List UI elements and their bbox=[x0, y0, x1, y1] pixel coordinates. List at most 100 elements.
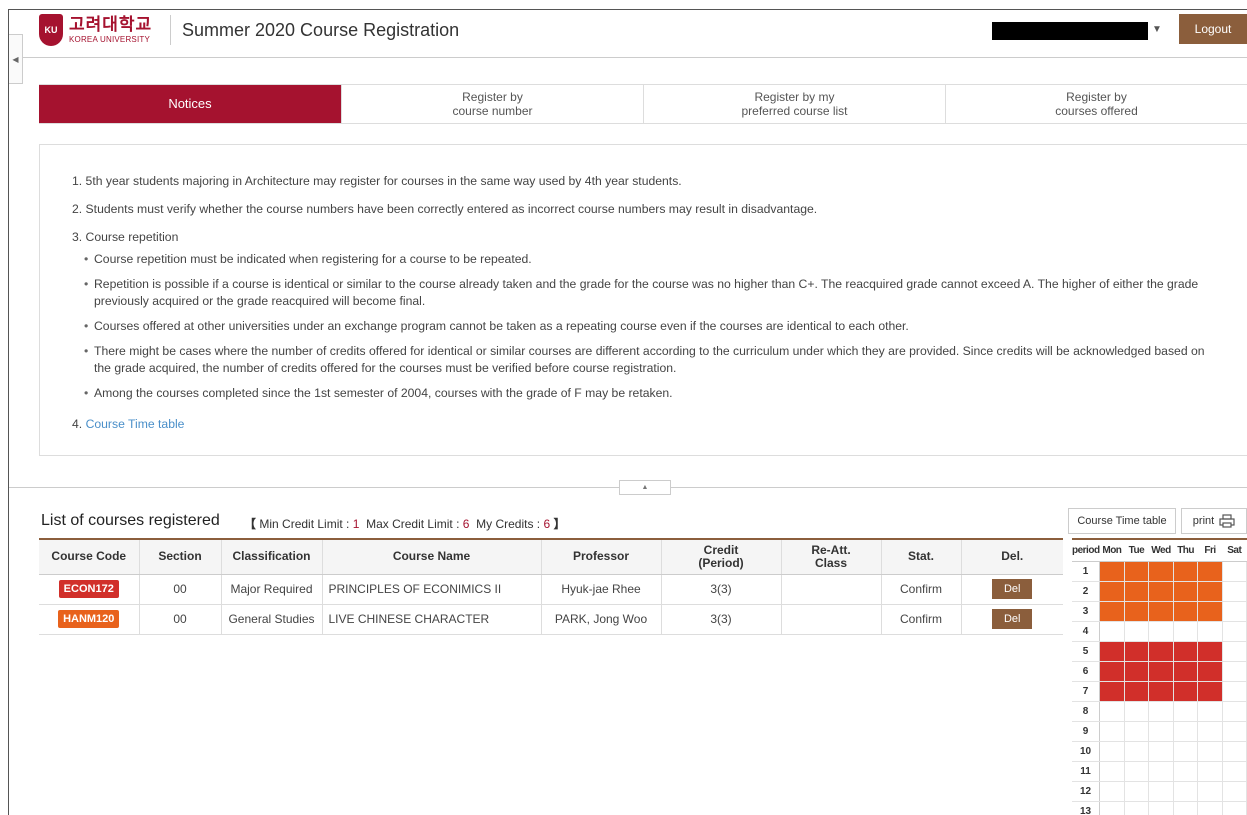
timetable-slot bbox=[1148, 701, 1174, 722]
tab-label: course number bbox=[452, 104, 533, 118]
period-header: period bbox=[1072, 538, 1100, 562]
column-header: Stat. bbox=[880, 538, 961, 575]
max-credit-value: 6 bbox=[462, 517, 470, 531]
min-credit-label: Min Credit Limit : bbox=[259, 517, 353, 531]
header: KU 고려대학교 KOREA UNIVERSITY Summer 2020 Co… bbox=[9, 10, 1247, 58]
timetable-row: 8 bbox=[1072, 701, 1247, 722]
timetable-slot bbox=[1197, 761, 1223, 782]
timetable-slot-filled bbox=[1099, 581, 1125, 602]
timetable-slot bbox=[1124, 741, 1150, 762]
timetable-slot-filled bbox=[1099, 661, 1125, 682]
notice-sub-item: Course repetition must be indicated when… bbox=[84, 251, 1224, 268]
period-number: 3 bbox=[1072, 601, 1101, 622]
period-number: 10 bbox=[1072, 741, 1101, 762]
weekly-timetable: period Mon Tue Wed Thu Fri Sat 1 2 3 4 5 6 7 8 9 10 11 12… bbox=[1072, 538, 1247, 815]
tab-notices[interactable]: Notices bbox=[39, 85, 341, 123]
tab-label: preferred course list bbox=[741, 104, 848, 118]
course-time-table-link[interactable]: Course Time table bbox=[86, 417, 185, 431]
course-timetable-button[interactable]: Course Time table bbox=[1068, 508, 1176, 534]
tab-label: Register by bbox=[1066, 90, 1127, 104]
timetable-slot-filled bbox=[1173, 601, 1199, 622]
timetable-slot bbox=[1197, 721, 1223, 742]
timetable-slot bbox=[1173, 701, 1199, 722]
timetable-slot bbox=[1197, 701, 1223, 722]
timetable-slot bbox=[1099, 701, 1125, 722]
reatt-cell bbox=[780, 574, 881, 605]
day-header-fri: Fri bbox=[1197, 538, 1223, 562]
timetable-slot-filled bbox=[1197, 581, 1223, 602]
timetable-slot bbox=[1124, 781, 1150, 802]
period-number: 9 bbox=[1072, 721, 1101, 742]
timetable-slot-filled bbox=[1099, 641, 1125, 662]
timetable-slot-filled bbox=[1197, 601, 1223, 622]
period-number: 8 bbox=[1072, 701, 1101, 722]
tab-register-by-preferred-list[interactable]: Register by my preferred course list bbox=[643, 85, 945, 123]
university-logo[interactable]: KU 고려대학교 KOREA UNIVERSITY bbox=[39, 14, 152, 46]
period-number: 2 bbox=[1072, 581, 1101, 602]
period-number: 1 bbox=[1072, 561, 1101, 582]
timetable-slot bbox=[1222, 801, 1247, 815]
credit-cell: 3(3) bbox=[660, 604, 781, 635]
delete-button[interactable]: Del bbox=[992, 579, 1033, 599]
tab-register-by-course-number[interactable]: Register by course number bbox=[341, 85, 643, 123]
notice-item-4-number: 4. bbox=[72, 417, 86, 431]
notice-item-4: 4. Course Time table bbox=[72, 416, 1247, 432]
timetable-slot bbox=[1197, 741, 1223, 762]
timetable-slot-filled bbox=[1099, 561, 1125, 582]
timetable-slot bbox=[1173, 721, 1199, 742]
timetable-slot-filled bbox=[1124, 581, 1150, 602]
course-code-badge[interactable]: ECON172 bbox=[58, 580, 119, 598]
period-number: 7 bbox=[1072, 681, 1101, 702]
chevron-down-icon[interactable]: ▼ bbox=[1152, 24, 1162, 35]
notice-item-3: 3. Course repetition bbox=[72, 230, 179, 244]
timetable-slot-filled bbox=[1173, 661, 1199, 682]
bracket-close: 】 bbox=[553, 517, 566, 531]
timetable-slot bbox=[1222, 661, 1247, 682]
timetable-slot bbox=[1173, 781, 1199, 802]
timetable-row: 13 bbox=[1072, 801, 1247, 815]
timetable-slot-filled bbox=[1148, 581, 1174, 602]
course-code-cell: HANM120 bbox=[39, 604, 139, 635]
course-code-cell: ECON172 bbox=[39, 574, 139, 605]
timetable-row: 11 bbox=[1072, 761, 1247, 782]
sidebar-toggle-icon[interactable]: ◀ bbox=[9, 34, 23, 84]
print-button[interactable]: print bbox=[1181, 508, 1247, 534]
timetable-slot bbox=[1197, 781, 1223, 802]
timetable-row: 3 bbox=[1072, 601, 1247, 622]
timetable-slot bbox=[1197, 801, 1223, 815]
timetable-slot bbox=[1222, 741, 1247, 762]
timetable-slot bbox=[1124, 721, 1150, 742]
timetable-row: 7 bbox=[1072, 681, 1247, 702]
period-number: 4 bbox=[1072, 621, 1101, 642]
timetable-slot-filled bbox=[1148, 661, 1174, 682]
chevron-up-icon[interactable]: ▲ bbox=[619, 480, 671, 495]
timetable-slot bbox=[1124, 761, 1150, 782]
day-header-sat: Sat bbox=[1222, 538, 1247, 562]
my-credit-label: My Credits : bbox=[476, 517, 544, 531]
logout-button[interactable]: Logout bbox=[1179, 14, 1247, 44]
column-header: Del. bbox=[960, 538, 1063, 575]
notice-item-1: 1. 5th year students majoring in Archite… bbox=[72, 174, 682, 188]
timetable-slot bbox=[1099, 621, 1125, 642]
tab-register-by-courses-offered[interactable]: Register by courses offered bbox=[945, 85, 1247, 123]
delete-button[interactable]: Del bbox=[992, 609, 1033, 629]
timetable-slot bbox=[1148, 801, 1174, 815]
timetable-row: 9 bbox=[1072, 721, 1247, 742]
timetable-slot-filled bbox=[1099, 681, 1125, 702]
user-name-redacted[interactable] bbox=[992, 22, 1148, 40]
registered-list-title: List of courses registered bbox=[41, 512, 220, 529]
timetable-slot-filled bbox=[1124, 641, 1150, 662]
tab-label: Register by my bbox=[754, 90, 835, 104]
printer-icon bbox=[1219, 514, 1235, 528]
timetable-slot-filled bbox=[1173, 581, 1199, 602]
timetable-slot-filled bbox=[1124, 661, 1150, 682]
registration-tabs: Notices Register by course number Registe… bbox=[39, 84, 1247, 124]
notice-sub-item: Repetition is possible if a course is id… bbox=[84, 276, 1224, 310]
column-header: Classification bbox=[220, 538, 322, 575]
timetable-slot bbox=[1148, 761, 1174, 782]
course-code-badge[interactable]: HANM120 bbox=[58, 610, 120, 628]
page-title: Summer 2020 Course Registration bbox=[182, 20, 460, 40]
timetable-slot bbox=[1222, 721, 1247, 742]
classification-cell: Major Required bbox=[220, 574, 322, 605]
timetable-slot bbox=[1124, 801, 1150, 815]
